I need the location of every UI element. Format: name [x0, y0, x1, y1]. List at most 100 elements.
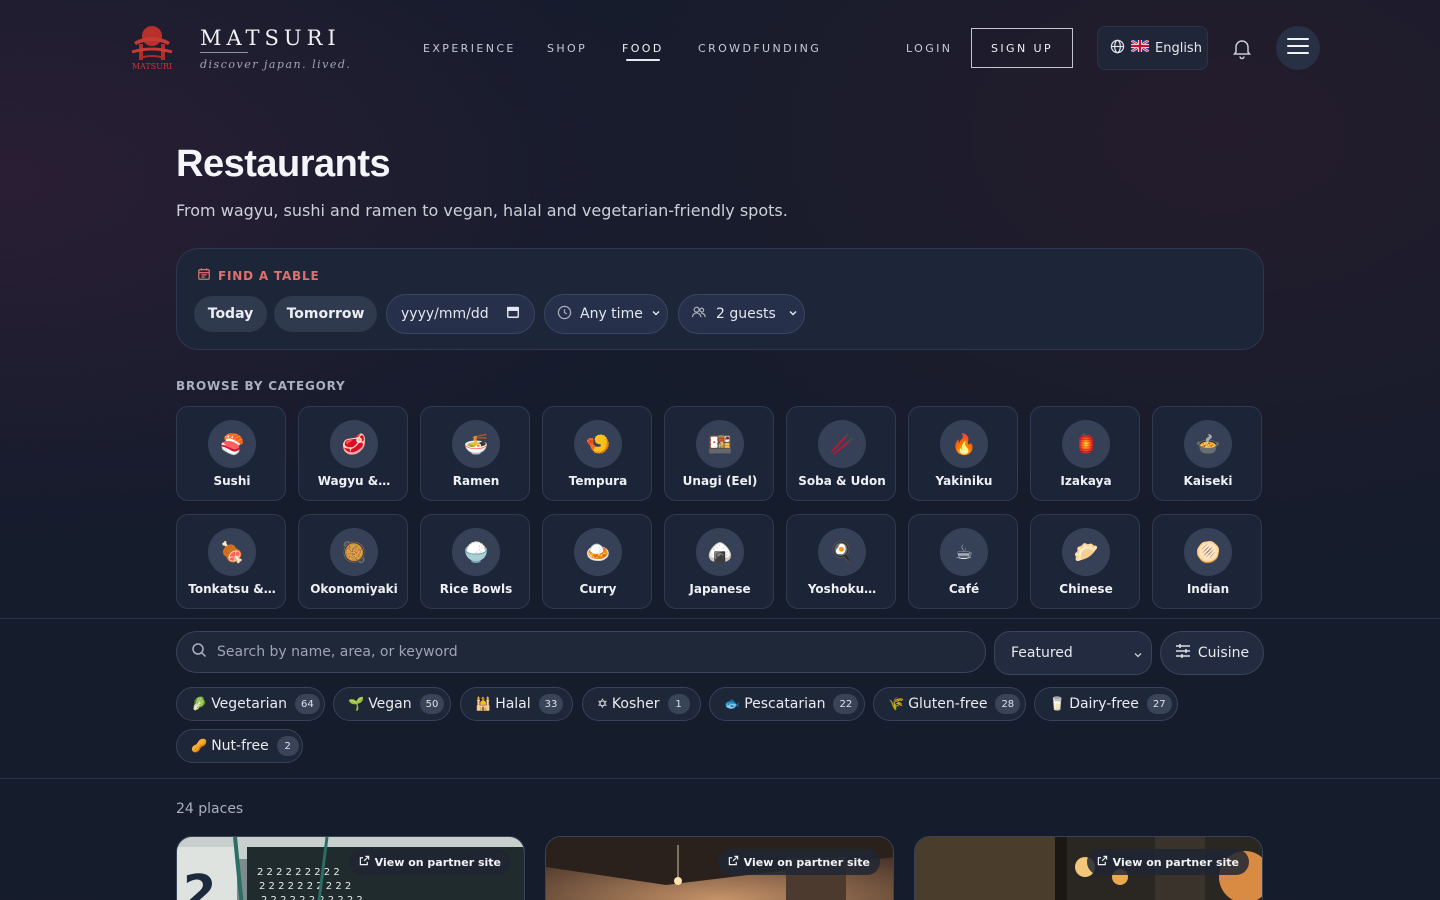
bell-icon[interactable]	[1229, 36, 1255, 60]
category-tile[interactable]: 🍖 Tonkatsu &…	[176, 514, 286, 609]
category-tile[interactable]: 🍳 Yoshoku…	[786, 514, 896, 609]
hamburger-menu-button[interactable]	[1276, 26, 1320, 70]
svg-text:2: 2	[183, 865, 216, 900]
search-input[interactable]: Search by name, area, or keyword	[176, 631, 986, 673]
login-link[interactable]: LOGIN	[906, 42, 952, 55]
category-tile[interactable]: ☕ Café	[908, 514, 1018, 609]
diet-label: Dairy-free	[1069, 696, 1139, 712]
category-label: Tonkatsu &…	[188, 582, 276, 596]
category-tile[interactable]: 🔥 Yakiniku	[908, 406, 1018, 501]
section-divider	[0, 778, 1440, 779]
category-tile[interactable]: 🍤 Tempura	[542, 406, 652, 501]
category-label: Rice Bowls	[439, 582, 513, 596]
category-tile[interactable]: 🥩 Wagyu &…	[298, 406, 408, 501]
language-label: English	[1155, 40, 1202, 56]
category-icon: 🏮	[1062, 420, 1110, 468]
globe-icon	[1110, 39, 1125, 58]
view-partner-button[interactable]: View on partner site	[1086, 849, 1249, 875]
diet-filter-chip[interactable]: ✡ Kosher 1	[582, 687, 701, 721]
page-title: Restaurants	[176, 143, 391, 185]
diet-icon: 🐟	[724, 696, 741, 712]
category-label: Izakaya	[1060, 474, 1112, 488]
diet-icon: 🌾	[888, 696, 905, 712]
category-icon: 🫓	[1184, 528, 1232, 576]
matsuri-logo-emblem[interactable]: MATSURI	[126, 22, 178, 72]
category-tile[interactable]: 🍜 Ramen	[420, 406, 530, 501]
diet-label: Vegan	[368, 696, 412, 712]
guests-select-value: 2 guests	[716, 306, 776, 322]
cuisine-filter-button[interactable]: Cuisine	[1160, 631, 1264, 675]
brand-name[interactable]: MATSURI	[200, 26, 341, 50]
diet-count-badge: 28	[995, 694, 1021, 714]
diet-icon: 🥜	[191, 738, 208, 754]
calendar-picker-icon[interactable]	[506, 305, 520, 323]
nav-food[interactable]: FOOD	[622, 42, 664, 55]
diet-filter-chip[interactable]: 🌾 Gluten-free 28	[873, 687, 1026, 721]
chevron-down-icon	[788, 306, 798, 322]
category-label: Japanese	[689, 582, 751, 596]
restaurant-card[interactable]: View on partner site	[545, 836, 894, 900]
diet-label: Pescatarian	[744, 696, 826, 712]
search-placeholder: Search by name, area, or keyword	[217, 644, 458, 660]
diet-icon: 🕌	[475, 696, 492, 712]
diet-filter-chip[interactable]: 🥜 Nut-free 2	[176, 729, 303, 763]
signup-button[interactable]: SIGN UP	[971, 28, 1073, 68]
time-select[interactable]: Any time	[544, 294, 668, 334]
diet-count-badge: 64	[294, 694, 320, 714]
nav-shop[interactable]: SHOP	[547, 42, 587, 55]
diet-filter-chip[interactable]: 🕌 Halal 33	[460, 687, 573, 721]
nav-crowdfunding[interactable]: CROWDFUNDING	[698, 42, 821, 55]
restaurant-card[interactable]: View on partner site	[914, 836, 1263, 900]
brand-tagline: discover japan. lived.	[200, 58, 352, 71]
diet-count-badge: 2	[276, 736, 299, 756]
today-chip[interactable]: Today	[194, 296, 267, 332]
category-label: Curry	[579, 582, 617, 596]
category-icon: 🍣	[208, 420, 256, 468]
language-selector[interactable]: English	[1097, 26, 1208, 70]
category-label: Chinese	[1059, 582, 1113, 596]
guests-select[interactable]: 2 guests	[678, 294, 805, 334]
category-tile[interactable]: 🏮 Izakaya	[1030, 406, 1140, 501]
diet-filter-chip[interactable]: 🐟 Pescatarian 22	[709, 687, 865, 721]
category-tile[interactable]: 🍚 Rice Bowls	[420, 514, 530, 609]
diet-filter-chip[interactable]: 🌱 Vegan 50	[333, 687, 451, 721]
category-label: Sushi	[213, 474, 251, 488]
view-partner-button[interactable]: View on partner site	[348, 849, 511, 875]
emblem-text: MATSURI	[132, 62, 172, 71]
external-link-icon	[359, 855, 370, 869]
category-icon: 🍖	[208, 528, 256, 576]
category-tile[interactable]: 🍛 Curry	[542, 514, 652, 609]
diet-count-badge: 50	[419, 694, 445, 714]
category-icon: 🥩	[330, 420, 378, 468]
view-partner-button[interactable]: View on partner site	[717, 849, 880, 875]
restaurant-card[interactable]: 2 2 2 2 2 2 2 2 2 2 2 2 2 2 2 2 2 2 2 2 …	[176, 836, 525, 900]
date-input[interactable]: yyyy/mm/dd	[386, 294, 535, 334]
category-tile[interactable]: 🫓 Indian	[1152, 514, 1262, 609]
find-table-card: FIND A TABLE Today Tomorrow yyyy/mm/dd A…	[176, 248, 1264, 350]
category-label: Yakiniku	[935, 474, 993, 488]
category-tile[interactable]: 🍱 Unagi (Eel)	[664, 406, 774, 501]
calendar-icon	[197, 267, 211, 284]
category-tile[interactable]: 🥟 Chinese	[1030, 514, 1140, 609]
diet-filter-chip[interactable]: 🥬 Vegetarian 64	[176, 687, 325, 721]
brand-divider	[200, 52, 248, 53]
users-icon	[691, 305, 706, 323]
category-tile[interactable]: 🥢 Soba & Udon	[786, 406, 896, 501]
category-label: Tempura	[568, 474, 628, 488]
category-tile[interactable]: 🍣 Sushi	[176, 406, 286, 501]
category-tile[interactable]: 🥘 Okonomiyaki	[298, 514, 408, 609]
diet-filter-chip[interactable]: 🥛 Dairy-free 27	[1034, 687, 1178, 721]
category-icon: 🍲	[1184, 420, 1232, 468]
category-tile[interactable]: 🍙 Japanese	[664, 514, 774, 609]
category-label: Café	[948, 582, 980, 596]
chevron-down-icon	[651, 306, 661, 322]
category-label: Ramen	[452, 474, 500, 488]
sort-select[interactable]: Featured	[994, 631, 1152, 675]
nav-experience[interactable]: EXPERIENCE	[423, 42, 516, 55]
category-icon: 🍙	[696, 528, 744, 576]
diet-icon: 🌱	[348, 696, 365, 712]
browse-category-heading: BROWSE BY CATEGORY	[176, 379, 346, 393]
tomorrow-chip[interactable]: Tomorrow	[274, 296, 377, 332]
category-tile[interactable]: 🍲 Kaiseki	[1152, 406, 1262, 501]
external-link-icon	[1097, 855, 1108, 869]
